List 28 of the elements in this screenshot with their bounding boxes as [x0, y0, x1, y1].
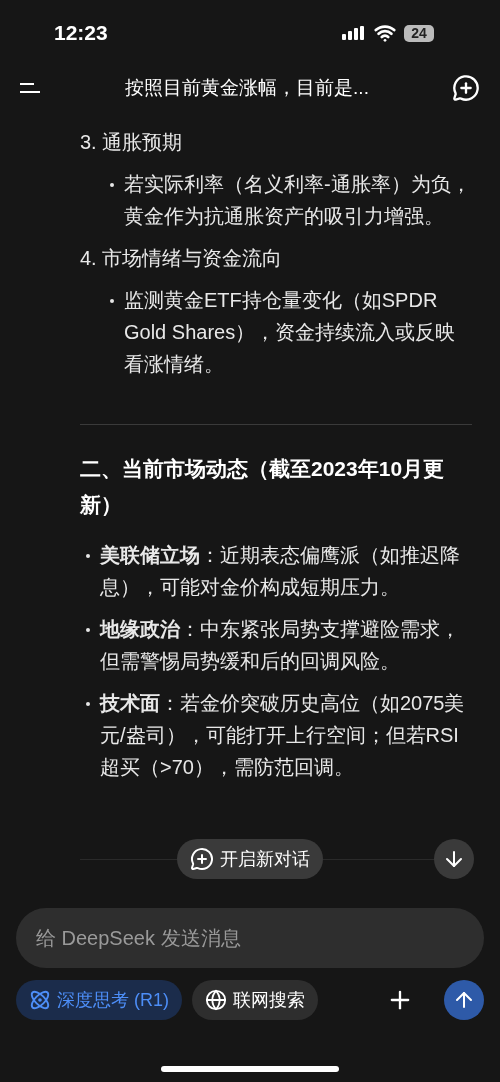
- atom-icon: [29, 989, 51, 1011]
- globe-icon: [205, 989, 227, 1011]
- bullet-text: 若实际利率（名义利率-通胀率）为负，黄金作为抗通胀资产的吸引力增强。: [124, 172, 472, 229]
- bullet-icon: [110, 183, 114, 187]
- bullet-text: 地缘政治：中东紧张局势支撑避险需求，但需警惕局势缓和后的回调风险。: [100, 617, 461, 674]
- new-chat-icon: [190, 847, 214, 871]
- mode-toggle[interactable]: 联网搜索: [192, 980, 318, 1020]
- list-item-title: 3. 通胀预期: [80, 130, 184, 155]
- bullet-icon: [86, 628, 90, 632]
- signal-icon: [342, 26, 366, 40]
- battery-indicator: 24: [404, 24, 434, 42]
- bullet-text: 技术面：若金价突破历史高位（如2075美元/盎司），可能打开上行空间；但若RSI超买（>70），需防范回调。: [100, 691, 466, 780]
- send-button[interactable]: [444, 980, 484, 1020]
- new-chat-button[interactable]: 开启新对话: [177, 839, 323, 879]
- bullet-icon: [110, 299, 114, 303]
- bullet-icon: [86, 702, 90, 706]
- list-item-title: 4. 市场情绪与资金流向: [80, 246, 284, 271]
- bullet-icon: [86, 554, 90, 558]
- scroll-down-button[interactable]: [434, 839, 474, 879]
- section-heading: 二、当前市场动态（截至2023年10月更新）: [80, 456, 446, 518]
- bullet-text: 监测黄金ETF持仓量变化（如SPDR Gold Shares），资金持续流入或反映看涨情绪。: [124, 288, 457, 377]
- status-time: 12:23: [54, 20, 108, 47]
- message-input[interactable]: 给 DeepSeek 发送消息: [16, 908, 484, 968]
- chat-title: 按照目前黄金涨幅，目前是...: [125, 75, 369, 100]
- mode-toggle[interactable]: 深度思考 (R1): [16, 980, 182, 1020]
- bullet-text: 美联储立场：近期表态偏鹰派（如推迟降息），可能对金价构成短期压力。: [100, 543, 461, 600]
- new-chat-icon[interactable]: [452, 74, 480, 102]
- wifi-icon: [374, 22, 396, 44]
